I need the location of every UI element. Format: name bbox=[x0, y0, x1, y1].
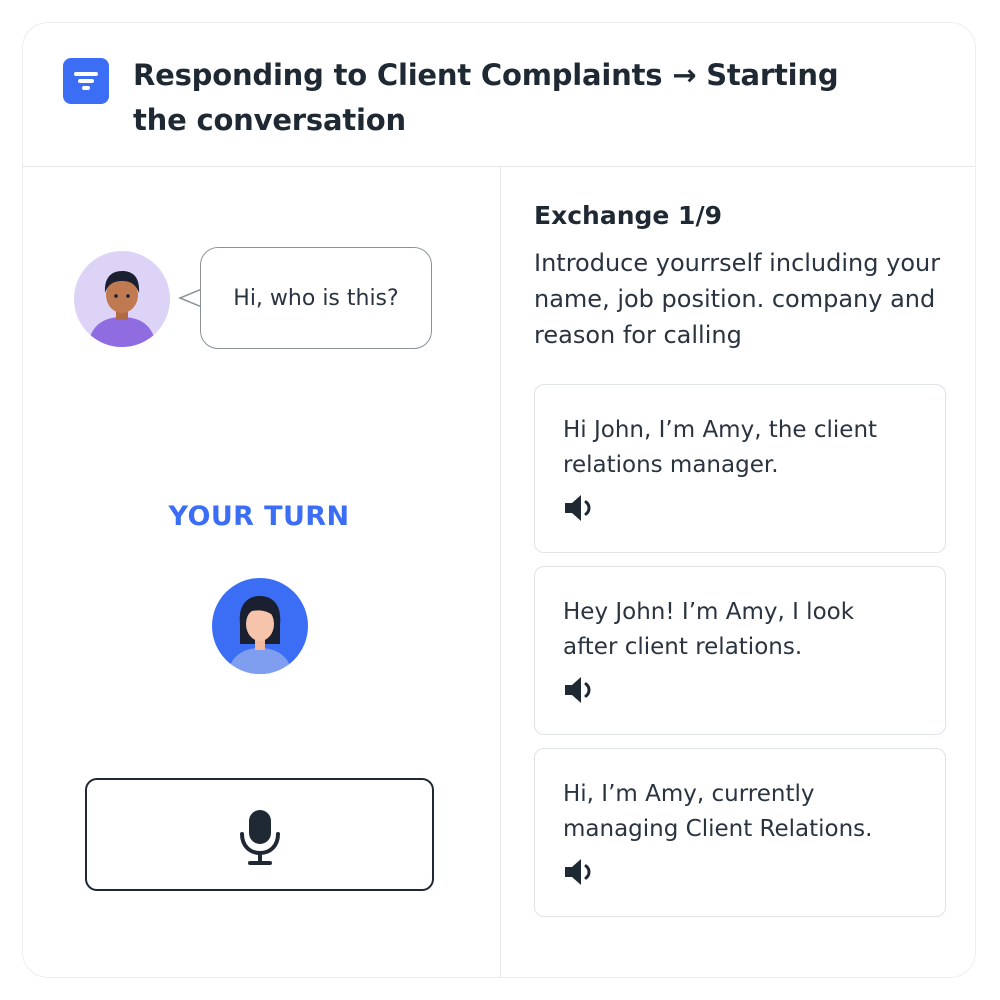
response-option[interactable]: Hi, I’m Amy, currently managing Client R… bbox=[534, 748, 946, 917]
page-title: Responding to Client Complaints → Starti… bbox=[133, 58, 839, 137]
speaker-icon[interactable] bbox=[563, 493, 597, 523]
speaker-icon[interactable] bbox=[563, 675, 597, 705]
response-option[interactable]: Hey John! I’m Amy, I look after client r… bbox=[534, 566, 946, 735]
record-button[interactable] bbox=[85, 778, 434, 891]
speaker-icon[interactable] bbox=[563, 857, 597, 887]
lesson-card: Responding to Client Complaints → Starti… bbox=[22, 22, 976, 978]
response-option-text: Hey John! I’m Amy, I look after client r… bbox=[563, 599, 855, 660]
exchange-counter: Exchange 1/9 bbox=[534, 201, 722, 230]
response-option-text: Hi John, I’m Amy, the client relations m… bbox=[563, 417, 878, 478]
partner-speech-bubble: Hi, who is this? bbox=[200, 247, 432, 349]
header: Responding to Client Complaints → Starti… bbox=[23, 23, 975, 167]
speech-bubble-tail bbox=[178, 288, 202, 308]
exchange-instruction: Introduce yourrself including your name,… bbox=[534, 249, 941, 349]
woman-avatar bbox=[212, 578, 308, 674]
response-option-text: Hi, I’m Amy, currently managing Client R… bbox=[563, 781, 873, 842]
microphone-icon bbox=[240, 810, 280, 865]
partner-message: Hi, who is this? bbox=[233, 285, 399, 311]
response-option[interactable]: Hi John, I’m Amy, the client relations m… bbox=[534, 384, 946, 553]
your-turn-label: YOUR TURN bbox=[168, 501, 350, 532]
man-avatar bbox=[74, 251, 170, 347]
panel-divider bbox=[500, 167, 501, 977]
menu-filter-icon[interactable] bbox=[63, 58, 109, 104]
